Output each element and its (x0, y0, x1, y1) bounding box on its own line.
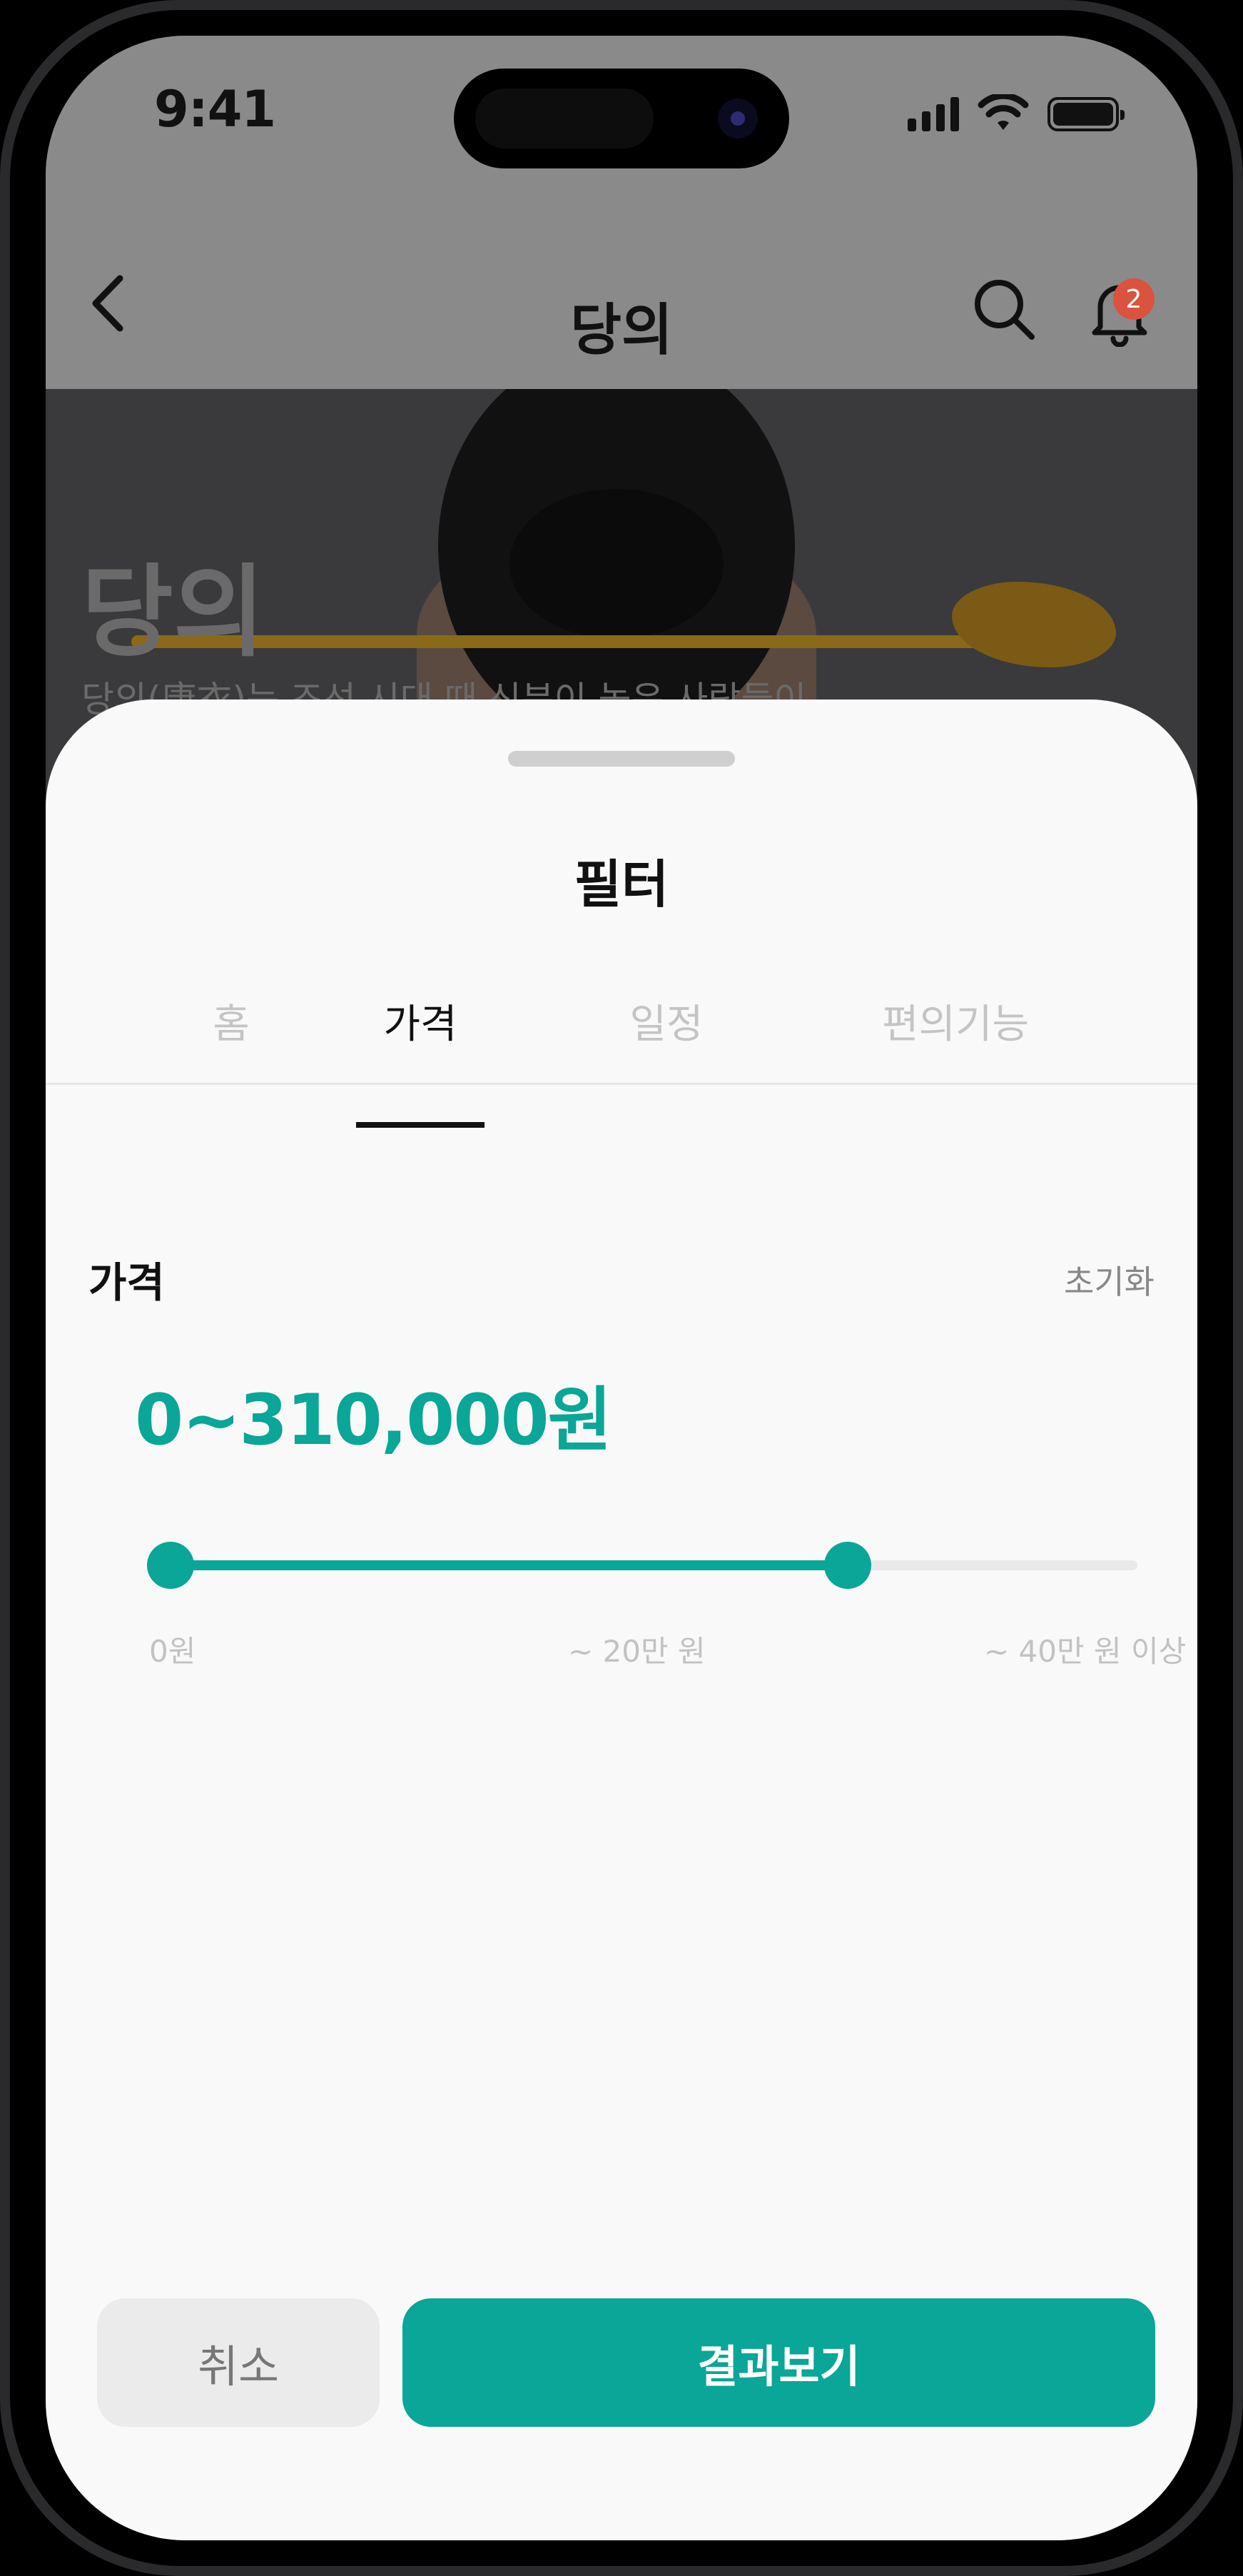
slider-fill (171, 1560, 848, 1570)
tab-home[interactable]: 홈 (174, 992, 288, 1050)
cancel-button[interactable]: 취소 (97, 2298, 380, 2427)
sheet-drag-handle[interactable] (508, 751, 735, 767)
filter-bottom-sheet: 필터 홈 가격 일정 편의기능 가격 초기화 0~310,000원 0원 ~ 2… (46, 699, 1197, 2540)
tab-amenities[interactable]: 편의기능 (852, 992, 1059, 1050)
tab-price[interactable]: 가격 (349, 992, 492, 1050)
slider-max-handle[interactable] (823, 1542, 871, 1589)
notification-badge: 2 (1113, 278, 1155, 320)
status-time: 9:41 (154, 80, 276, 138)
screen: 9:41 당의 2 당의 필터 홈 가격 일정 편의기능 가격 초기화 0~31… (46, 36, 1197, 2540)
filter-tabs: 홈 가격 일정 편의기능 (46, 992, 1197, 1085)
sheet-title: 필터 (574, 854, 669, 914)
signal-icon (908, 96, 959, 131)
tab-schedule[interactable]: 일정 (595, 992, 738, 1050)
status-icons (908, 90, 1125, 131)
search-icon[interactable] (966, 271, 1045, 350)
front-camera-icon (718, 99, 758, 138)
tick-label-min: 0원 (149, 1634, 196, 1669)
view-results-button[interactable]: 결과보기 (402, 2298, 1155, 2427)
app-header: 당의 2 (46, 178, 1197, 389)
battery-icon (1047, 97, 1125, 131)
slider-min-handle[interactable] (147, 1542, 194, 1589)
price-section-label: 가격 (88, 1258, 165, 1307)
tick-label-max: ~ 40만 원 이상 (984, 1634, 1187, 1669)
hero-image-bun (509, 489, 724, 639)
reset-button[interactable]: 초기화 (1064, 1256, 1155, 1303)
price-range-value: 0~310,000원 (135, 1380, 612, 1461)
wifi-icon (978, 94, 1029, 130)
hero-image-ornament (952, 582, 1116, 667)
hero-title: 당의 (81, 555, 265, 671)
island-sensor (475, 89, 654, 148)
hero-image-hairpin (131, 635, 1059, 648)
tick-label-mid: ~ 20만 원 (568, 1634, 706, 1669)
active-tab-indicator (356, 1122, 484, 1128)
status-bar: 9:41 (46, 36, 1197, 178)
dynamic-island (454, 69, 789, 168)
